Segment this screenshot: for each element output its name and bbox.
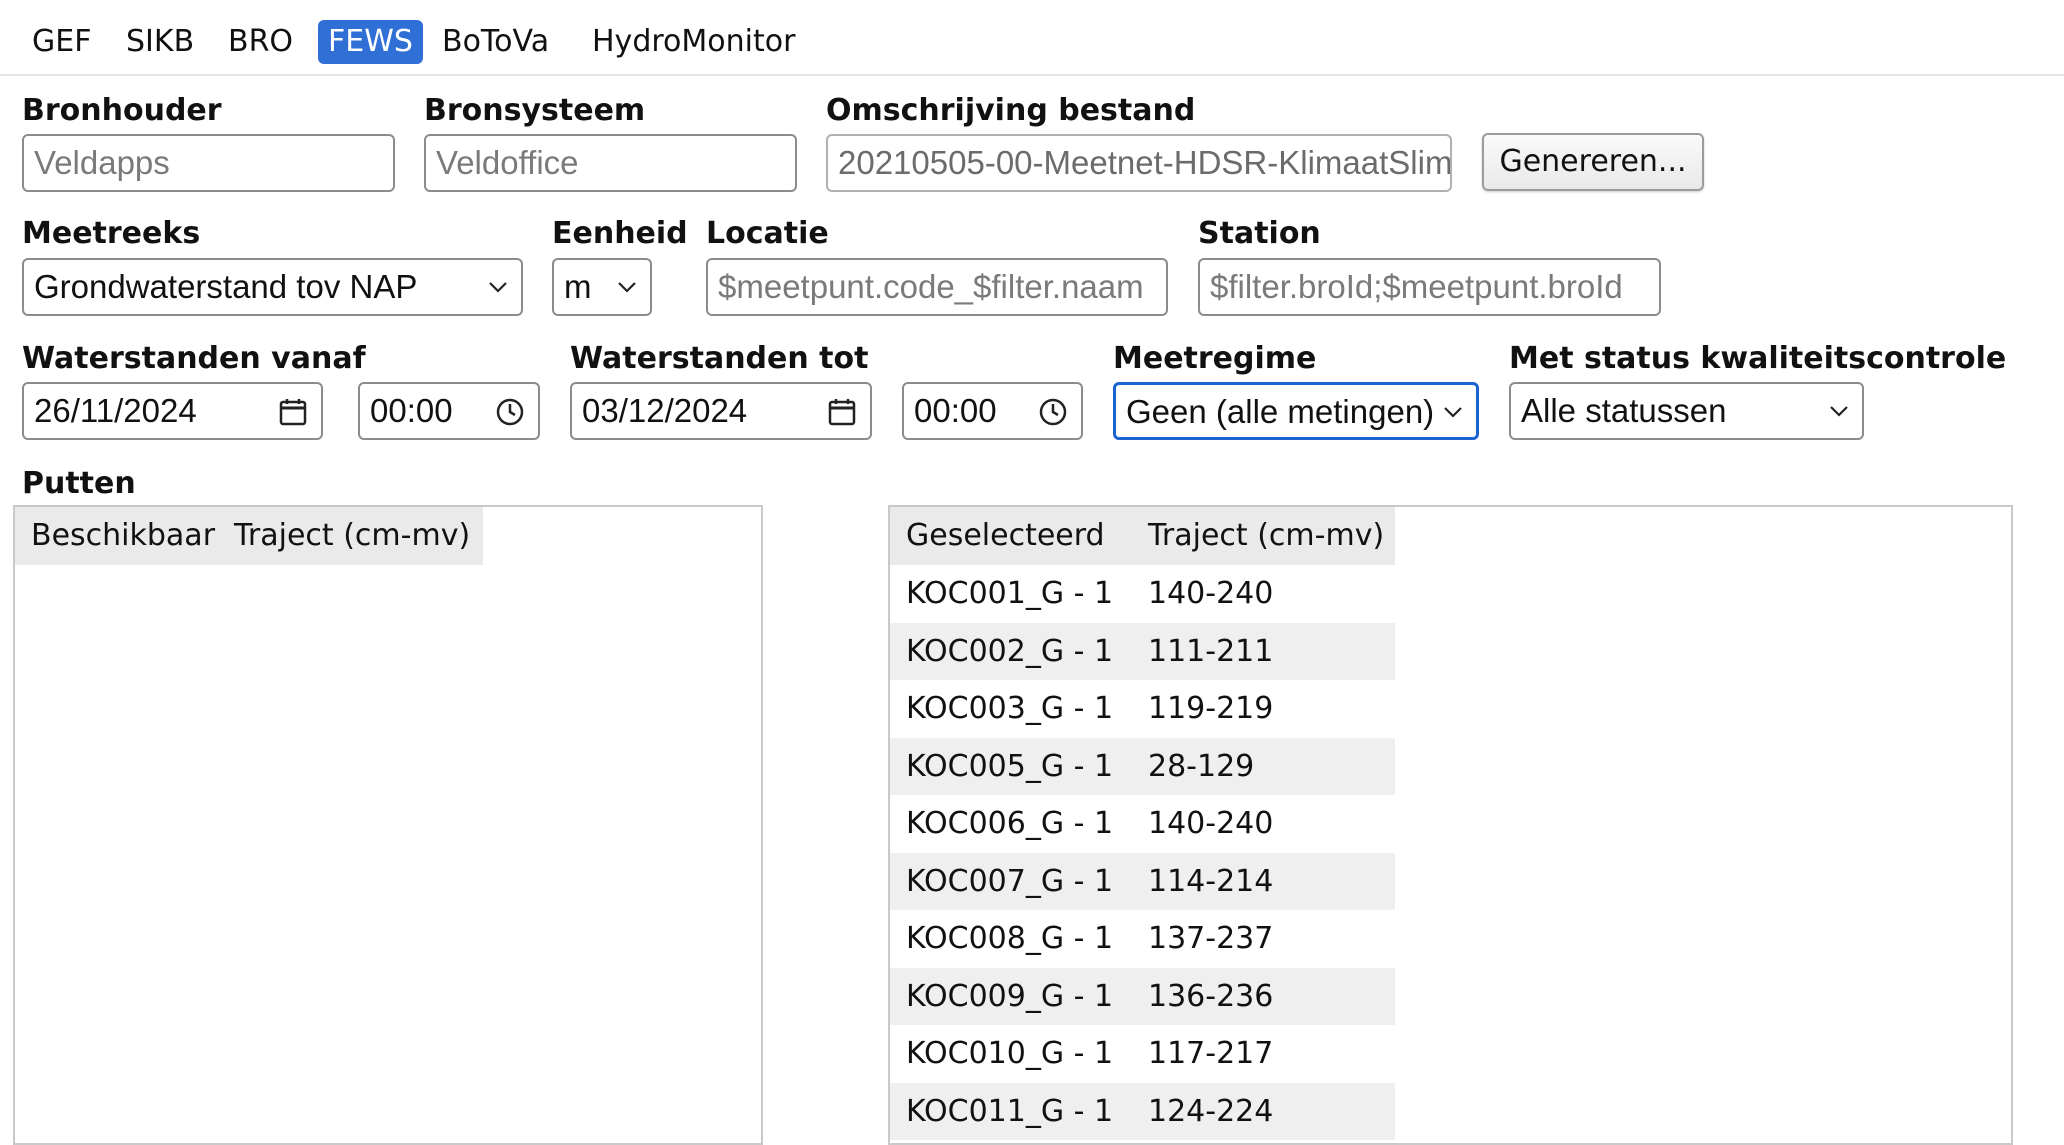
available-list-header: Beschikbaar Traject (cm-mv) xyxy=(15,507,483,565)
clock-icon[interactable] xyxy=(1037,396,1069,428)
kwaliteit-label: Met status kwaliteitscontrole xyxy=(1509,341,2007,376)
tab-fews[interactable]: FEWS xyxy=(318,20,423,64)
table-row[interactable]: KOC001_G - 1 140-240 xyxy=(890,565,1395,623)
tab-gef[interactable]: GEF xyxy=(22,20,101,64)
tab-bar: GEF SIKB BRO FEWS BoToVa HydroMonitor xyxy=(0,0,2064,76)
locatie-input[interactable]: $meetpunt.code_$filter.naam xyxy=(706,258,1168,316)
well-traject: 136-236 xyxy=(1148,978,1274,1014)
tab-hydromonitor[interactable]: HydroMonitor xyxy=(582,20,805,64)
vanaf-time-input[interactable]: 00:00 xyxy=(358,382,540,440)
calendar-icon[interactable] xyxy=(826,396,858,428)
column-header-beschikbaar[interactable]: Beschikbaar xyxy=(31,507,215,565)
table-row[interactable]: KOC005_G - 1 28-129 xyxy=(890,737,1395,795)
eenheid-label: Eenheid xyxy=(552,216,688,251)
meetreeks-label: Meetreeks xyxy=(22,216,201,251)
meetregime-value: Geen (alle metingen) xyxy=(1126,393,1435,430)
chevron-down-icon xyxy=(489,282,507,293)
table-row[interactable]: KOC006_G - 1 140-240 xyxy=(890,795,1395,853)
eenheid-select[interactable]: m xyxy=(552,258,652,316)
well-traject: 140-240 xyxy=(1148,806,1274,841)
well-traject: 117-217 xyxy=(1148,1036,1274,1071)
chevron-down-icon xyxy=(1830,406,1848,417)
tab-sikb[interactable]: SIKB xyxy=(116,20,204,64)
available-wells-list[interactable]: Beschikbaar Traject (cm-mv) xyxy=(13,505,763,1145)
bronsysteem-label: Bronsysteem xyxy=(424,93,646,128)
table-row[interactable]: KOC007_G - 1 114-214 xyxy=(890,852,1395,910)
meetreeks-value: Grondwaterstand tov NAP xyxy=(34,268,418,305)
well-name: KOC009_G - 1 xyxy=(906,978,1114,1014)
putten-label: Putten xyxy=(22,466,136,501)
clock-icon[interactable] xyxy=(494,396,526,428)
chevron-down-icon xyxy=(618,282,636,293)
table-row[interactable]: KOC003_G - 1 119-219 xyxy=(890,680,1395,738)
meetregime-select[interactable]: Geen (alle metingen) xyxy=(1113,382,1479,440)
table-row[interactable]: KOC008_G - 1 137-237 xyxy=(890,910,1395,968)
well-name: KOC011_G - 1 xyxy=(906,1093,1114,1129)
well-traject: 137-237 xyxy=(1148,921,1274,956)
station-input[interactable]: $filter.broId;$meetpunt.broId xyxy=(1198,258,1661,316)
well-name: KOC007_G - 1 xyxy=(906,863,1114,899)
column-header-traject[interactable]: Traject (cm-mv) xyxy=(234,507,470,565)
well-name: KOC001_G - 1 xyxy=(906,576,1114,611)
selected-wells-list[interactable]: Geselecteerd Traject (cm-mv) KOC001_G - … xyxy=(888,505,2013,1145)
bronhouder-label: Bronhouder xyxy=(22,93,222,128)
tot-date-input[interactable]: 03/12/2024 xyxy=(570,382,872,440)
well-traject: 114-214 xyxy=(1148,863,1274,899)
meetreeks-select[interactable]: Grondwaterstand tov NAP xyxy=(22,258,523,316)
vanaf-date-value: 26/11/2024 xyxy=(34,392,197,429)
table-row[interactable]: KOC010_G - 1 117-217 xyxy=(890,1025,1395,1083)
tot-label: Waterstanden tot xyxy=(570,341,869,376)
vanaf-date-input[interactable]: 26/11/2024 xyxy=(22,382,323,440)
meetregime-label: Meetregime xyxy=(1113,341,1317,376)
table-row[interactable]: KOC011_G - 1 124-224 xyxy=(890,1082,1395,1140)
locatie-label: Locatie xyxy=(706,216,829,251)
kwaliteit-value: Alle statussen xyxy=(1521,392,1727,429)
bronhouder-input[interactable]: Veldapps xyxy=(22,134,395,192)
well-name: KOC010_G - 1 xyxy=(906,1036,1114,1071)
genereren-button[interactable]: Genereren... xyxy=(1482,133,1704,191)
well-traject: 111-211 xyxy=(1148,633,1274,669)
tab-bro[interactable]: BRO xyxy=(218,20,303,64)
well-traject: 140-240 xyxy=(1148,576,1274,611)
tot-date-value: 03/12/2024 xyxy=(582,392,748,429)
selected-list-header: Geselecteerd Traject (cm-mv) xyxy=(890,507,1395,565)
kwaliteit-select[interactable]: Alle statussen xyxy=(1509,382,1864,440)
well-traject: 119-219 xyxy=(1148,691,1274,726)
vanaf-label: Waterstanden vanaf xyxy=(22,341,366,376)
station-label: Station xyxy=(1198,216,1321,251)
column-header-traject[interactable]: Traject (cm-mv) xyxy=(1148,507,1384,565)
chevron-down-icon xyxy=(1444,407,1462,418)
well-name: KOC008_G - 1 xyxy=(906,921,1114,956)
table-row[interactable]: KOC002_G - 1 111-211 xyxy=(890,622,1395,680)
omschrijving-input[interactable]: 20210505-00-Meetnet-HDSR-KlimaatSlim xyxy=(826,134,1452,192)
tab-botova[interactable]: BoToVa xyxy=(432,20,559,64)
table-row[interactable]: KOC009_G - 1 136-236 xyxy=(890,967,1395,1025)
omschrijving-label: Omschrijving bestand xyxy=(826,93,1196,128)
well-traject: 28-129 xyxy=(1148,748,1255,784)
well-name: KOC003_G - 1 xyxy=(906,691,1114,726)
tot-time-input[interactable]: 00:00 xyxy=(902,382,1083,440)
calendar-icon[interactable] xyxy=(277,396,309,428)
well-name: KOC005_G - 1 xyxy=(906,748,1114,784)
well-name: KOC006_G - 1 xyxy=(906,806,1114,841)
well-name: KOC002_G - 1 xyxy=(906,633,1114,669)
bronsysteem-input[interactable]: Veldoffice xyxy=(424,134,797,192)
well-traject: 124-224 xyxy=(1148,1093,1274,1129)
column-header-geselecteerd[interactable]: Geselecteerd xyxy=(906,507,1105,565)
